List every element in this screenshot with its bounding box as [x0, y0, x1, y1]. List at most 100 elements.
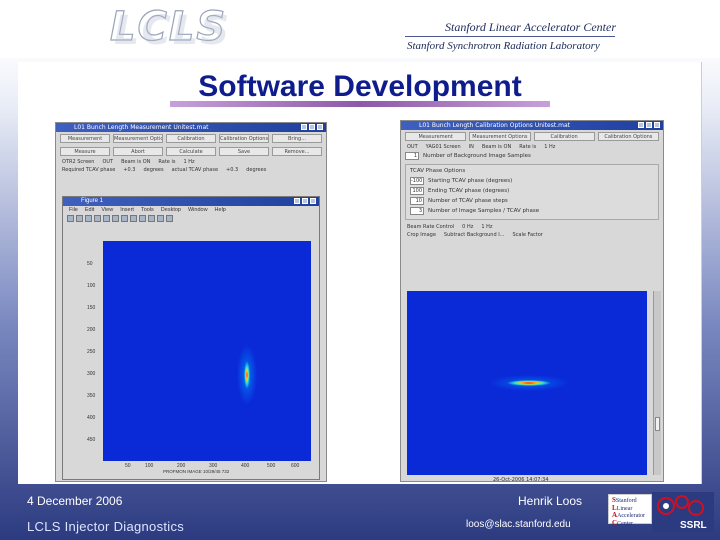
slide-title: Software Development	[198, 70, 522, 103]
measurement-options-button[interactable]: Measurement Options	[113, 134, 163, 143]
end-phase-input[interactable]: 100	[410, 187, 424, 195]
calibration-button[interactable]: Calibration	[533, 132, 595, 141]
figure-titlebar[interactable]: Figure 1	[63, 197, 319, 206]
panel-title: TCAV Phase Options	[410, 168, 466, 174]
y-tick: 400	[87, 415, 96, 421]
image-samples-input[interactable]: 3	[410, 207, 424, 215]
close-icon[interactable]	[310, 198, 316, 204]
phase-steps-input[interactable]: 10	[410, 197, 424, 205]
rate-0hz-button[interactable]: 0 Hz	[462, 224, 473, 230]
x-axis-label: PROFMON IMAGE 10/29/45 732	[163, 469, 230, 474]
pan-icon[interactable]	[130, 215, 137, 222]
calibration-button[interactable]: Calibration	[166, 134, 216, 143]
lcls-logo: LCLS LCLS	[109, 3, 232, 54]
data-cursor-icon[interactable]	[148, 215, 155, 222]
figure-menubar: File Edit View Insert Tools Desktop Wind…	[63, 206, 319, 214]
slac-logo: SStanford LLinear AAccelerator CCenter	[608, 494, 652, 527]
menu-desktop[interactable]: Desktop	[161, 207, 181, 213]
open-icon[interactable]	[76, 215, 83, 222]
menu-file[interactable]: File	[69, 207, 78, 213]
ssrl-text: SSRL	[680, 520, 707, 531]
menu-edit[interactable]: Edit	[85, 207, 94, 213]
beam-status: Beam is ON	[121, 159, 151, 165]
footer-email[interactable]: loos@slac.stanford.edu	[466, 519, 571, 530]
menu-tools[interactable]: Tools	[141, 207, 154, 213]
crop-image-checkbox[interactable]: Crop Image	[407, 232, 436, 238]
measure-button[interactable]: Measure	[60, 147, 110, 156]
zoom-out-icon[interactable]	[121, 215, 128, 222]
calibration-image-plot[interactable]	[407, 291, 647, 475]
y-tick: 450	[87, 437, 96, 443]
y-tick: 250	[87, 349, 96, 355]
remove-button[interactable]: Remove...	[272, 147, 322, 156]
maximize-icon[interactable]	[302, 198, 308, 204]
menu-help[interactable]: Help	[215, 207, 226, 213]
scrollbar[interactable]	[653, 291, 661, 475]
screen-state[interactable]: OUT	[407, 144, 418, 150]
measurement-button[interactable]: Measurement	[60, 134, 110, 143]
menu-insert[interactable]: Insert	[120, 207, 134, 213]
footer-title: LCLS Injector Diagnostics	[27, 519, 185, 534]
calibration-options-button[interactable]: Calibration Options	[597, 132, 659, 141]
legend-icon[interactable]	[166, 215, 173, 222]
minimize-icon[interactable]	[638, 122, 644, 128]
screen-label: YAG01 Screen	[425, 144, 461, 150]
y-tick: 150	[87, 305, 96, 311]
close-icon[interactable]	[654, 122, 660, 128]
pointer-icon[interactable]	[103, 215, 110, 222]
save-button[interactable]: Save	[219, 147, 269, 156]
window-titlebar[interactable]: L01 Bunch Length Measurement Unitest.mat	[56, 123, 326, 132]
rate-label: Rate is	[519, 144, 537, 150]
close-icon[interactable]	[317, 124, 323, 130]
new-icon[interactable]	[67, 215, 74, 222]
header-divider	[405, 36, 615, 37]
y-tick: 300	[87, 371, 96, 377]
x-tick: 50	[125, 463, 131, 469]
screen-label: OTR2 Screen	[62, 159, 95, 165]
bunch-length-calibration-window: L01 Bunch Length Calibration Options Uni…	[400, 120, 664, 483]
beam-rate-label: Beam Rate Control	[407, 224, 455, 230]
x-tick: 500	[267, 463, 276, 469]
save-icon[interactable]	[85, 215, 92, 222]
title-underline	[170, 101, 550, 107]
x-tick: 100	[145, 463, 154, 469]
zoom-in-icon[interactable]	[112, 215, 119, 222]
subtract-background-checkbox[interactable]: Subtract Background I...	[444, 232, 505, 238]
bring-button[interactable]: Bring...	[272, 134, 322, 143]
x-tick: 400	[241, 463, 250, 469]
calibration-options-button[interactable]: Calibration Options	[219, 134, 269, 143]
minimize-icon[interactable]	[294, 198, 300, 204]
slide-header: LCLS LCLS Stanford Linear Accelerator Ce…	[0, 0, 720, 58]
maximize-icon[interactable]	[646, 122, 652, 128]
menu-view[interactable]: View	[101, 207, 113, 213]
rate-value: 1 Hz	[183, 159, 195, 165]
print-icon[interactable]	[94, 215, 101, 222]
rate-label: Rate is	[158, 159, 176, 165]
start-phase-input[interactable]: -100	[410, 177, 424, 185]
rate-1hz-button[interactable]: 1 Hz	[481, 224, 492, 230]
abort-button[interactable]: Abort	[113, 147, 163, 156]
figure-toolbar	[63, 214, 319, 223]
footer-author: Henrik Loos	[518, 494, 583, 508]
rotate-icon[interactable]	[139, 215, 146, 222]
background-samples-input[interactable]: 1	[405, 152, 419, 160]
colorbar-icon[interactable]	[157, 215, 164, 222]
maximize-icon[interactable]	[309, 124, 315, 130]
rate-value: 1 Hz	[544, 144, 556, 150]
y-tick: 100	[87, 283, 96, 289]
y-tick: 200	[87, 327, 96, 333]
menu-window[interactable]: Window	[188, 207, 208, 213]
profile-image-plot[interactable]	[103, 241, 311, 461]
calculate-button[interactable]: Calculate	[166, 147, 216, 156]
plot-timestamp: 26-Oct-2006 14:07:34	[493, 477, 549, 483]
window-titlebar[interactable]: L01 Bunch Length Calibration Options Uni…	[401, 121, 663, 130]
y-tick: 350	[87, 393, 96, 399]
minimize-icon[interactable]	[301, 124, 307, 130]
screen-state[interactable]: OUT	[102, 159, 113, 165]
beam-status: Beam is ON	[481, 144, 512, 150]
measurement-options-button[interactable]: Measurement Options	[469, 132, 531, 141]
footer-date: 4 December 2006	[27, 494, 123, 508]
measurement-button[interactable]: Measurement	[405, 132, 467, 141]
scrollbar-thumb[interactable]	[655, 417, 660, 431]
figure-window: Figure 1 File Edit View Insert Tools Des…	[62, 196, 320, 480]
